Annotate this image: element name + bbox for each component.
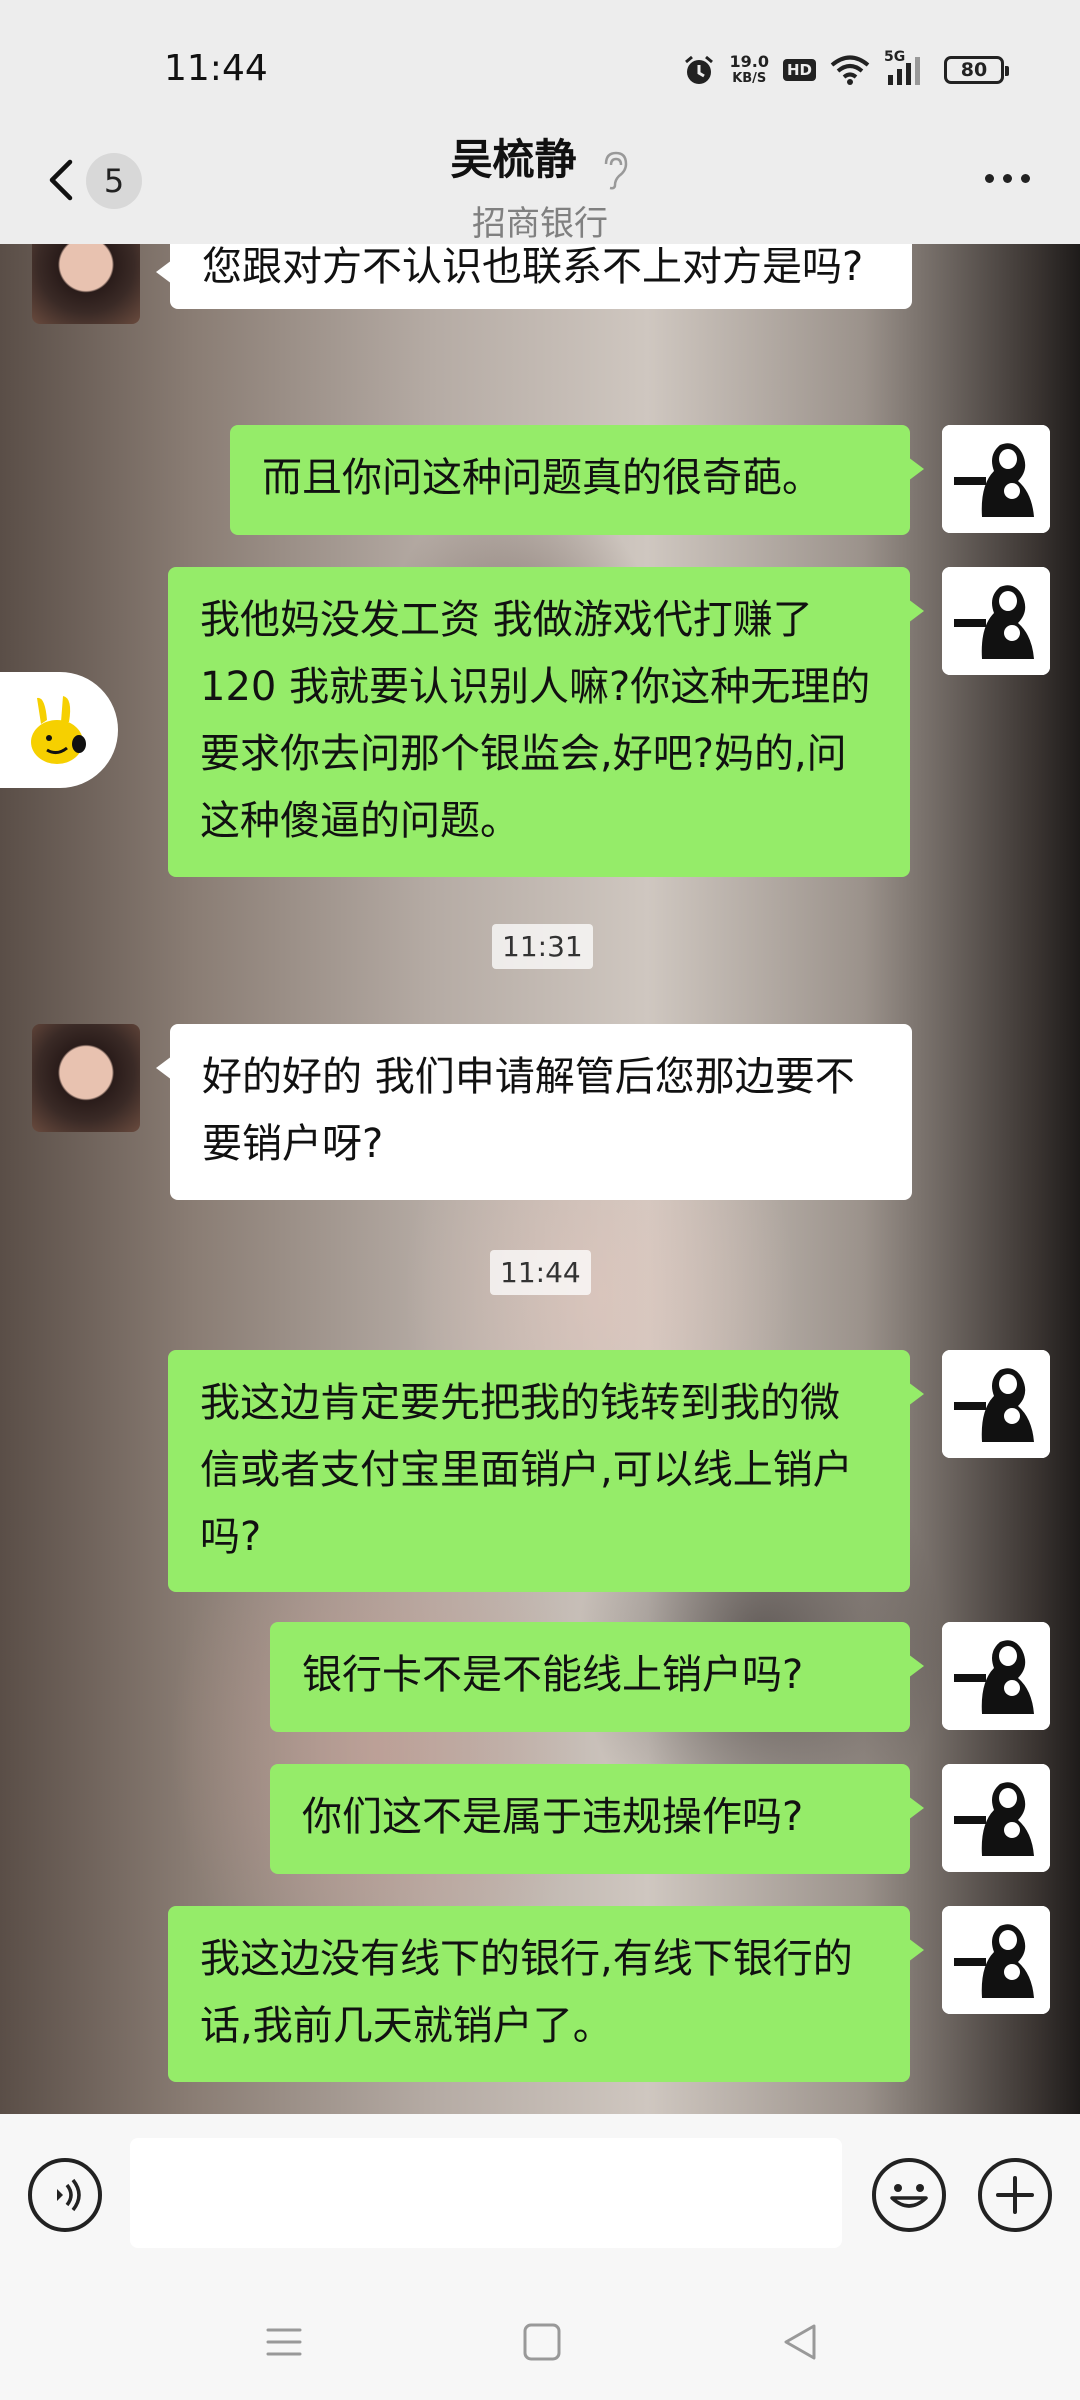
message-bubble-sent[interactable]: 银行卡不是不能线上销户吗? [270, 1622, 924, 1732]
message-bubble-sent[interactable]: 我这边肯定要先把我的钱转到我的微信或者支付宝里面销户,可以线上销户吗? [168, 1350, 924, 1592]
status-time: 11:44 [164, 48, 268, 89]
home-icon[interactable] [520, 2320, 564, 2364]
emoji-button[interactable] [872, 2158, 946, 2232]
alarm-icon [684, 55, 713, 84]
my-avatar[interactable] [942, 1350, 1050, 1458]
voice-button[interactable] [28, 2158, 102, 2232]
plus-icon [996, 2176, 1034, 2214]
my-avatar[interactable] [942, 1764, 1050, 1872]
battery-icon: 80 [944, 56, 1009, 84]
avatar-graphic-icon [942, 425, 1050, 533]
avatar-graphic-icon [942, 1350, 1050, 1458]
chat-subtitle: 招商银行 [472, 203, 608, 244]
ear-icon [604, 151, 627, 189]
wifi-icon [830, 55, 870, 85]
title-block: 吴梳静 招商银行 [0, 126, 1080, 245]
timestamp: 11:31 [492, 924, 593, 969]
voice-icon [57, 2178, 81, 2212]
net-speed-value: 19.0 [729, 52, 769, 71]
net-speed: 19.0 KB/S [730, 53, 769, 87]
contact-avatar[interactable] [32, 244, 140, 324]
input-bar [0, 2114, 1080, 2284]
message-input[interactable] [130, 2138, 842, 2248]
system-nav-bar [0, 2284, 1080, 2400]
message-bubble-sent[interactable]: 你们这不是属于违规操作吗? [270, 1764, 924, 1874]
emoji-icon [890, 2184, 928, 2208]
signal-icon: 5G [884, 49, 930, 87]
avatar-graphic-icon [942, 1764, 1050, 1872]
my-avatar[interactable] [942, 425, 1050, 533]
more-dot [1003, 174, 1012, 183]
message-bubble-sent[interactable]: 我这边没有线下的银行,有线下银行的话,我前几天就销户了。 [168, 1906, 924, 2082]
floating-assistant-button[interactable] [0, 672, 118, 788]
battery-level: 80 [960, 59, 988, 81]
my-avatar[interactable] [942, 1622, 1050, 1730]
my-avatar[interactable] [942, 1906, 1050, 2014]
rabbit-icon [31, 696, 86, 764]
chat-area[interactable]: 您跟对方不认识也联系不上对方是吗? 而且你问这种问题真的很奇葩。 我他妈没发工资… [0, 244, 1080, 2114]
contact-avatar[interactable] [32, 1024, 140, 1132]
hd-badge: HD [782, 59, 816, 81]
avatar-graphic-icon [942, 567, 1050, 675]
my-avatar[interactable] [942, 567, 1050, 675]
back-triangle-icon[interactable] [778, 2320, 822, 2364]
more-dot [1021, 174, 1030, 183]
chat-title: 吴梳静 [450, 135, 577, 184]
net-speed-unit: KB/S [732, 71, 767, 86]
avatar-graphic-icon [942, 1622, 1050, 1730]
timestamp: 11:44 [490, 1250, 591, 1295]
more-icon[interactable] [985, 174, 1030, 183]
message-bubble-sent[interactable]: 我他妈没发工资 我做游戏代打赚了120 我就要认识别人嘛?你这种无理的要求你去问… [168, 567, 924, 877]
avatar-graphic-icon [942, 1906, 1050, 2014]
message-bubble-sent[interactable]: 而且你问这种问题真的很奇葩。 [230, 425, 924, 535]
more-dot [985, 174, 994, 183]
menu-icon[interactable] [262, 2320, 306, 2364]
status-icons: 19.0 KB/S HD 5G 80 [682, 48, 1009, 92]
message-bubble-received[interactable]: 您跟对方不认识也联系不上对方是吗? [156, 244, 912, 309]
message-bubble-received[interactable]: 好的好的 我们申请解管后您那边要不要销户呀? [156, 1024, 912, 1200]
plus-button[interactable] [978, 2158, 1052, 2232]
chat-header: 5 吴梳静 招商银行 [0, 110, 1080, 244]
